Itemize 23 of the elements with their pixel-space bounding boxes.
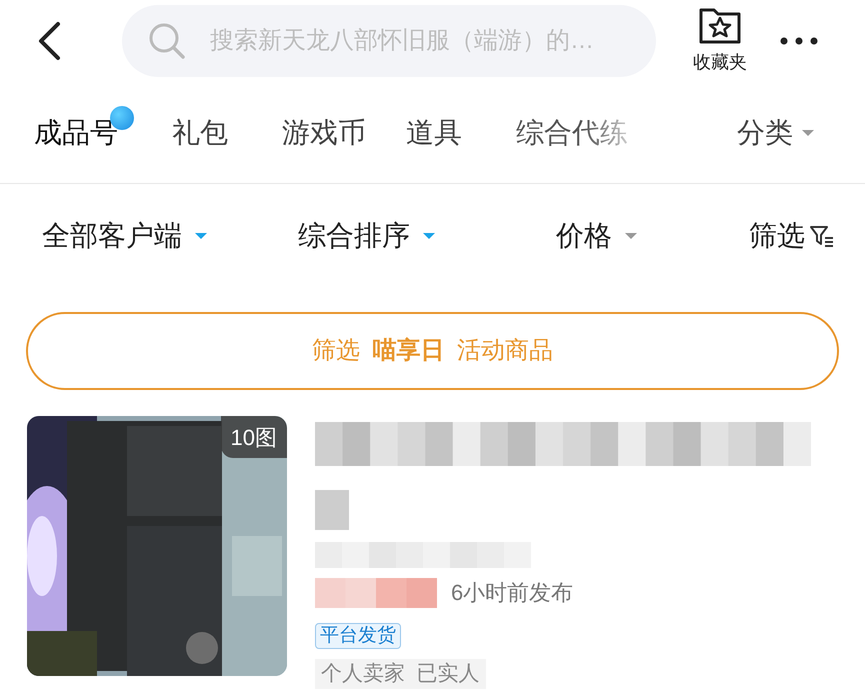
back-icon — [36, 21, 62, 61]
filter-dropdown[interactable]: 综合排序 — [298, 215, 436, 257]
filter-dropdown[interactable]: 全部客户端 — [42, 215, 208, 257]
search-input[interactable]: 搜索新天龙八部怀旧服（端游）的… — [210, 23, 630, 59]
search-field[interactable]: 搜索新天龙八部怀旧服（端游）的… — [122, 5, 656, 77]
seller-tag: 个人卖家 已实人 — [315, 659, 486, 689]
more-icon — [780, 37, 818, 45]
folder-star-icon — [698, 6, 742, 44]
category-tab[interactable]: 礼包 — [172, 112, 228, 154]
blurred-title-drawing — [315, 490, 349, 530]
caret-icon — [801, 128, 815, 136]
category-dropdown[interactable]: 分类 — [737, 112, 815, 154]
favorites-button[interactable]: 收藏夹 — [690, 6, 750, 76]
filter-button[interactable]: 筛选 — [749, 215, 835, 257]
category-tab[interactable]: 道具 — [406, 112, 462, 154]
delivery-tag: 平台发货 — [315, 623, 401, 649]
category-tab[interactable]: 游戏币 — [282, 112, 366, 154]
image-count-badge: 10图 — [220, 416, 287, 458]
filter-dropdown[interactable]: 价格 — [556, 215, 638, 257]
category-tab[interactable]: 成品号 — [34, 112, 118, 154]
search-icon — [148, 22, 186, 60]
filter-icon — [809, 224, 835, 248]
posted-time: 6小时前发布 — [451, 579, 574, 607]
